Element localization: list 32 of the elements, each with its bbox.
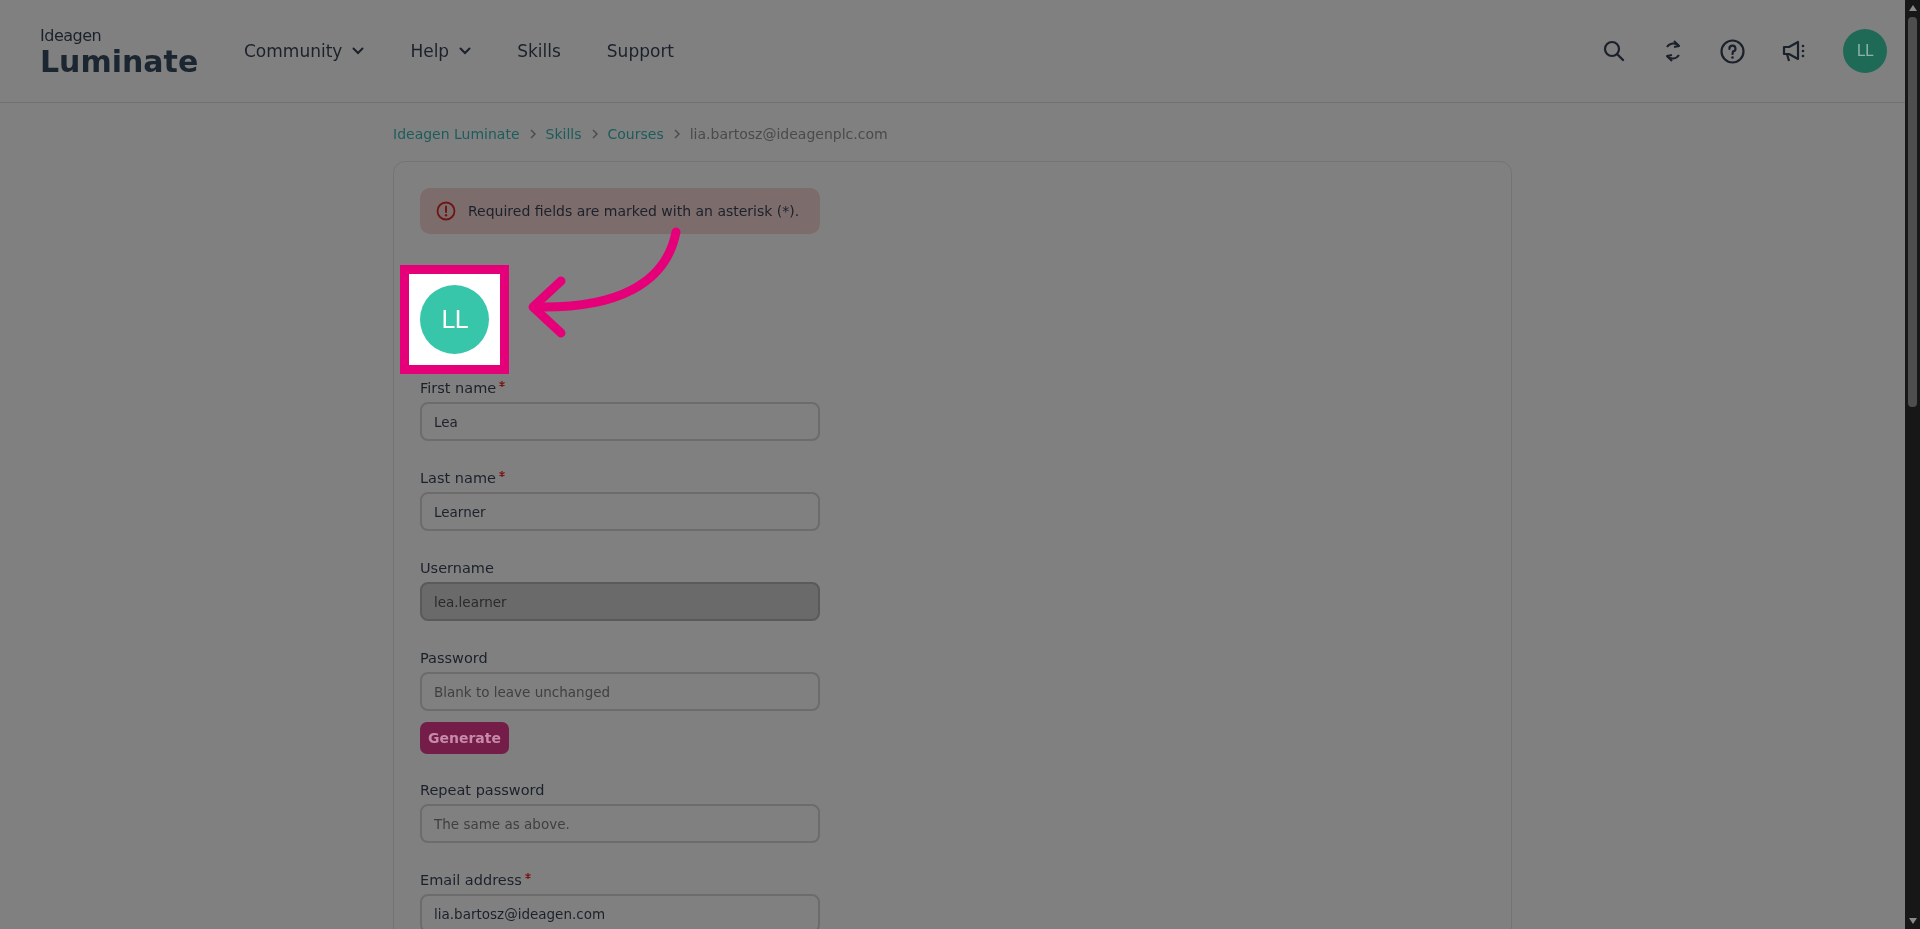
alert-icon (436, 201, 456, 221)
scroll-down-icon[interactable] (1907, 917, 1918, 925)
input-field[interactable]: The same as above. (420, 804, 820, 843)
help-icon[interactable] (1720, 38, 1745, 64)
chevron-right-icon (591, 129, 598, 139)
logo-product: Luminate (40, 46, 200, 77)
field-label: First name (420, 379, 497, 397)
field-label: Email address (420, 871, 522, 889)
scrollbar[interactable] (1905, 0, 1920, 929)
avatar[interactable]: LL (420, 285, 489, 354)
chevron-right-icon (673, 129, 680, 139)
nav-link[interactable]: Community (244, 41, 365, 61)
field-label: Username (420, 559, 494, 577)
search-icon[interactable] (1602, 39, 1626, 63)
input-field[interactable]: Blank to leave unchanged (420, 672, 820, 711)
input-field[interactable]: Learner (420, 492, 820, 531)
generate-button[interactable]: Generate (420, 722, 509, 754)
input-field[interactable]: lia.bartosz@ideagen.com (420, 894, 820, 929)
field-label: Password (420, 649, 488, 667)
field-label: Repeat password (420, 781, 545, 799)
logo-brand: Ideagen (40, 25, 103, 45)
nav-link[interactable]: Support (606, 41, 675, 61)
megaphone-icon[interactable] (1781, 39, 1807, 63)
user-avatar[interactable]: LL (1843, 29, 1887, 73)
nav-link[interactable]: Skills (517, 41, 561, 61)
scroll-thumb[interactable] (1908, 17, 1917, 407)
nav-link[interactable]: Help (410, 41, 472, 61)
scroll-up-icon[interactable] (1907, 4, 1918, 12)
field-label: Last name (420, 469, 496, 487)
chevron-right-icon (529, 129, 536, 139)
input-field[interactable]: Lea (420, 402, 820, 441)
alert-text: Required fields are marked with an asterisk (*). (468, 203, 800, 219)
